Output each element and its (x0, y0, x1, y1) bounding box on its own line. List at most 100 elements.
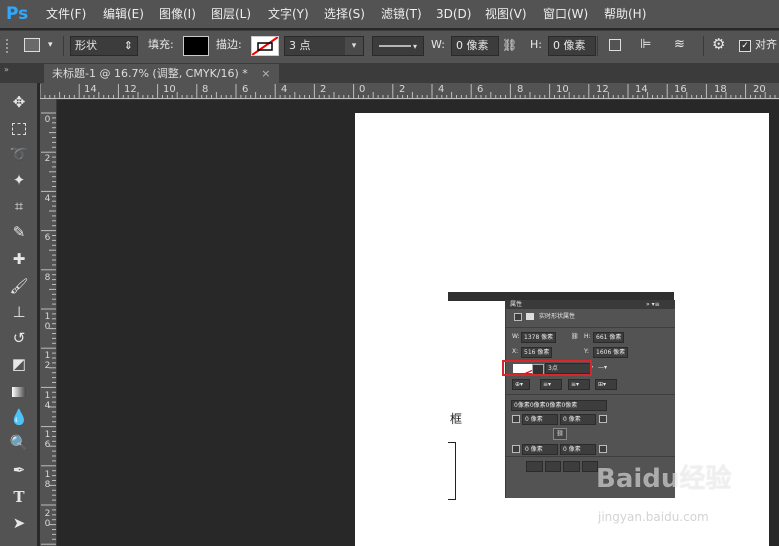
embedded-h-field: 661 像素 (593, 332, 625, 343)
ruler-label: 20 (44, 509, 51, 529)
divider (506, 456, 675, 457)
embedded-shape-icon (514, 313, 522, 321)
ruler-label: 8 (202, 84, 209, 95)
move-icon[interactable]: ✥ (8, 91, 30, 113)
history-brush-icon[interactable]: ↺ (8, 327, 30, 349)
ruler-label: 0 (44, 115, 51, 125)
menu-image[interactable]: 图像(I) (159, 0, 196, 28)
embedded-panel-subtitle: 实时形状属性 (539, 313, 576, 320)
embedded-radius-summary: 0像素0像素0像素0像素 (511, 400, 607, 411)
ruler-label: 0 (359, 84, 366, 95)
crop-icon[interactable]: ⌗ (8, 195, 30, 217)
ruler-label: 12 (596, 84, 609, 95)
height-field[interactable]: 0 像素 (548, 36, 596, 56)
embedded-y-field: 1606 像素 (593, 347, 629, 358)
app-logo: Ps (6, 4, 29, 24)
embedded-w-field: 1378 像素 (521, 332, 557, 343)
embedded-radius-3: 0 像素 (522, 444, 558, 455)
mode-select[interactable]: 形状 ⇕ (70, 36, 138, 56)
type-icon[interactable]: T (8, 486, 30, 508)
embedded-path-ops (526, 461, 598, 472)
stamp-icon[interactable]: ⊥ (8, 301, 30, 323)
ruler-label: 2 (44, 154, 51, 164)
menu-type[interactable]: 文字(Y) (268, 0, 309, 28)
healing-icon[interactable]: ✚ (8, 248, 30, 270)
highlight-box (502, 360, 592, 376)
brush-icon[interactable]: 🖌 (8, 275, 30, 297)
ruler-label: 6 (44, 233, 51, 243)
document-tab-bar: » 未标题-1 @ 16.7% (调整, CMYK/16) * × (0, 63, 779, 83)
menu-filter[interactable]: 滤镜(T) (381, 0, 422, 28)
ruler-label: 10 (556, 84, 569, 95)
ruler-label: 12 (44, 351, 51, 371)
ruler-label: 4 (281, 84, 288, 95)
close-tab-icon[interactable]: × (261, 67, 270, 80)
embedded-frame-fragment (448, 442, 456, 500)
dodge-icon[interactable]: 🔍 (8, 432, 30, 454)
document-tab[interactable]: 未标题-1 @ 16.7% (调整, CMYK/16) * × (44, 64, 279, 83)
w-label: W: (431, 38, 445, 51)
fill-swatch[interactable] (183, 36, 209, 56)
marquee-icon[interactable] (8, 117, 30, 139)
vertical-ruler: 0 2 4 6 8 10 12 14 16 18 20 (40, 99, 57, 546)
menu-select[interactable]: 选择(S) (324, 0, 365, 28)
stroke-swatch[interactable] (251, 36, 279, 56)
pen-icon[interactable]: ✒ (8, 459, 30, 481)
menu-layer[interactable]: 图层(L) (211, 0, 251, 28)
ruler-label: 20 (753, 84, 766, 95)
ruler-label: 16 (674, 84, 687, 95)
embedded-misc-field: ⊞▾ (595, 379, 617, 390)
watermark-url: jingyan.baidu.com (598, 510, 709, 524)
menu-bar: Ps 文件(F) 编辑(E) 图像(I) 图层(L) 文字(Y) 选择(S) 滤… (0, 0, 779, 28)
divider (63, 36, 64, 56)
gradient-icon[interactable] (8, 380, 30, 402)
embedded-radius-2: 0 像素 (560, 414, 596, 425)
chevron-down-icon[interactable]: ▾ (48, 35, 53, 55)
embedded-x-field: 516 像素 (521, 347, 553, 358)
embedded-corner-icon (599, 445, 607, 453)
ruler-label: 4 (44, 194, 51, 204)
magic-wand-icon[interactable]: ✦ (8, 169, 30, 191)
watermark-brand: Baidu经验 (596, 464, 732, 494)
svg-text:▾: ▾ (413, 42, 417, 51)
ruler-label: 6 (242, 84, 249, 95)
menu-help[interactable]: 帮助(H) (604, 0, 646, 28)
menu-view[interactable]: 视图(V) (485, 0, 527, 28)
menu-3d[interactable]: 3D(D) (436, 0, 471, 28)
ruler-label: 2 (399, 84, 406, 95)
ruler-label: 10 (163, 84, 176, 95)
eyedropper-icon[interactable]: ✎ (8, 221, 30, 243)
embedded-align-field: ⊕▾ (512, 379, 530, 390)
lasso-icon[interactable]: ➰ (8, 143, 30, 165)
divider (703, 36, 704, 56)
eraser-icon[interactable]: ◩ (8, 353, 30, 375)
path-alignment-icon[interactable]: ⊫ (640, 35, 651, 55)
align-edges-checkbox[interactable]: ✓ (739, 40, 751, 52)
embedded-link-corners-icon: ⛓ (553, 428, 567, 440)
path-arrangement-icon[interactable]: ≋ (674, 35, 685, 55)
grip-icon (6, 39, 14, 53)
rectangle-tool-icon[interactable] (24, 38, 40, 52)
gear-icon[interactable]: ⚙ (712, 34, 725, 54)
divider (506, 327, 675, 328)
path-select-icon[interactable]: ➤ (8, 512, 30, 534)
ruler-label: 16 (44, 430, 51, 450)
link-icon[interactable]: ⛓ (502, 35, 517, 55)
blur-icon[interactable]: 💧 (8, 406, 30, 428)
embedded-h-label: H: (584, 333, 591, 340)
embedded-y-label: Y: (584, 348, 589, 355)
ruler-label: 14 (635, 84, 648, 95)
path-operations-icon[interactable] (609, 39, 621, 51)
menu-window[interactable]: 窗口(W) (543, 0, 588, 28)
align-edges-label: 对齐 (755, 38, 777, 51)
stroke-type-select[interactable]: ▾ (372, 36, 424, 56)
menu-edit[interactable]: 编辑(E) (103, 0, 144, 28)
menu-file[interactable]: 文件(F) (46, 0, 86, 28)
ruler-label: 14 (84, 84, 97, 95)
ruler-label: 14 (44, 391, 51, 411)
width-field[interactable]: 0 像素 (451, 36, 499, 56)
collapse-icon[interactable]: » (4, 65, 9, 74)
tools-panel: ✥ ➰ ✦ ⌗ ✎ ✚ 🖌 ⊥ ↺ ◩ 💧 🔍 ✒ T ➤ (0, 83, 38, 546)
document-tab-title: 未标题-1 @ 16.7% (调整, CMYK/16) * (52, 67, 248, 80)
stroke-width-dropdown-icon[interactable]: ▾ (345, 37, 363, 55)
